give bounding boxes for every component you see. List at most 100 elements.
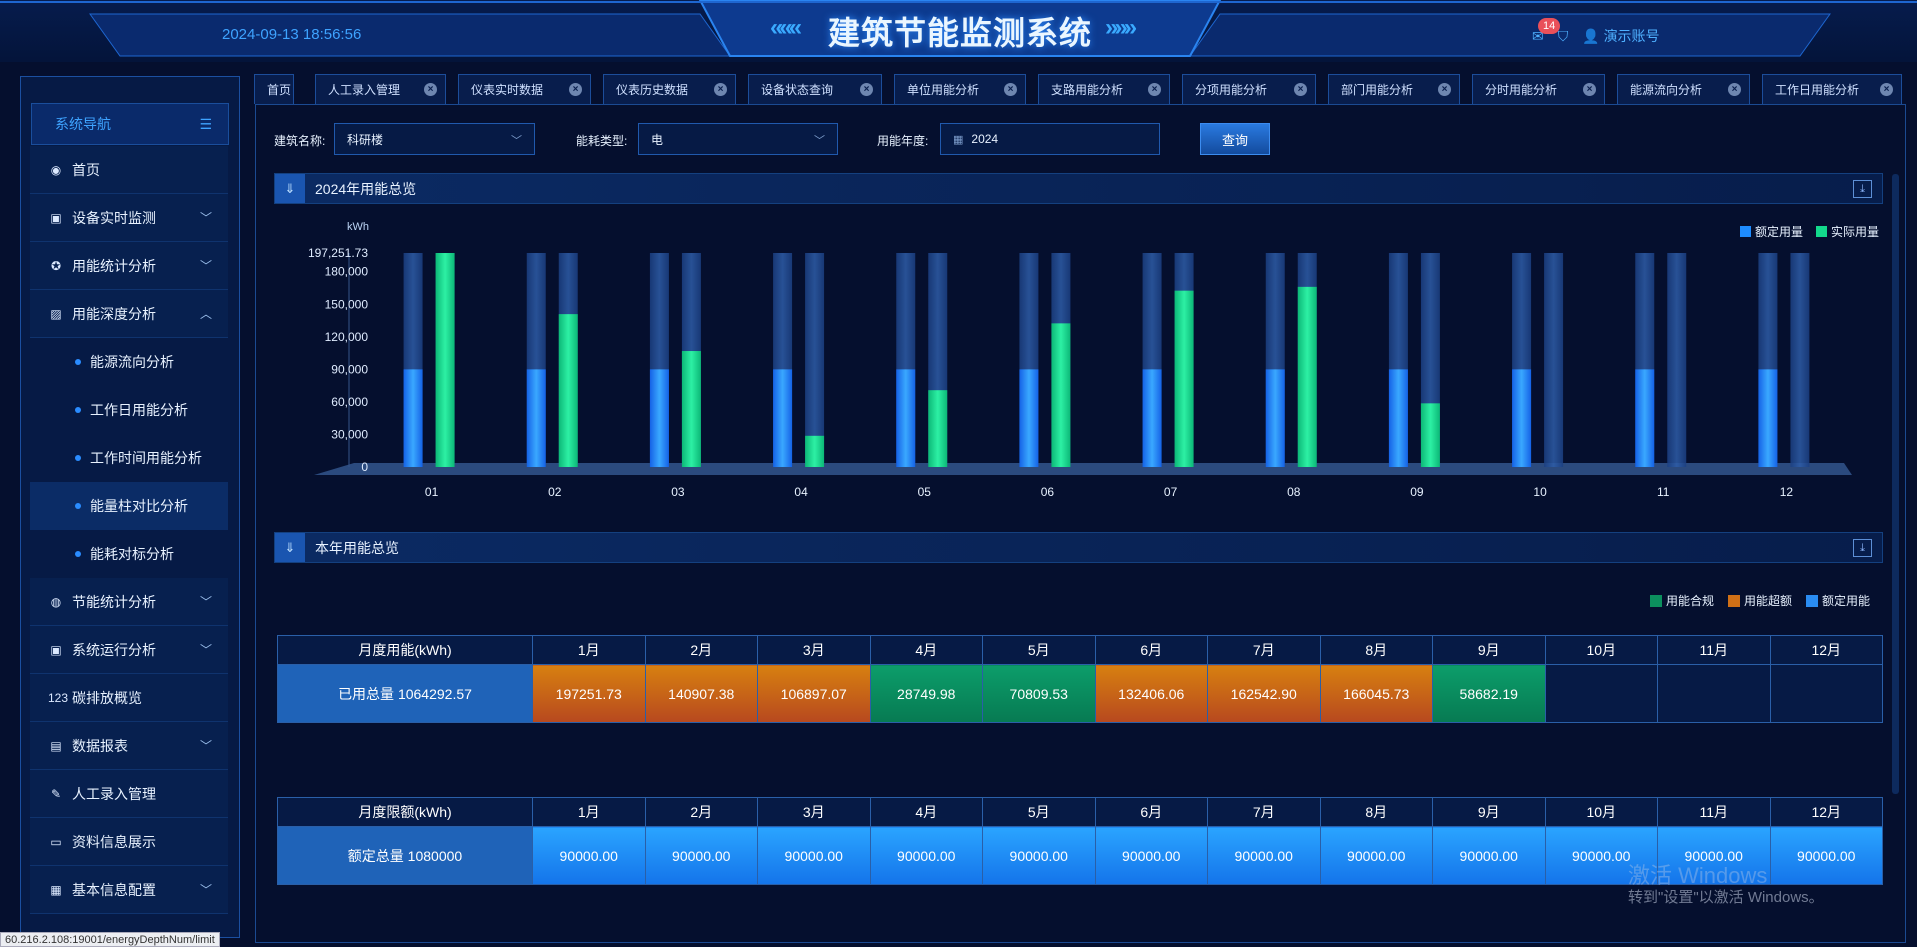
month-value-cell: 132406.06: [1094, 664, 1208, 723]
y-tick-label: 90,000: [331, 362, 368, 376]
edit-icon: ✎: [50, 786, 62, 801]
download-icon[interactable]: ⤓: [1853, 539, 1872, 557]
numbers-icon: 123: [48, 690, 69, 705]
bullet-dot-icon: [75, 551, 81, 557]
sidebar-item-image[interactable]: ▨ 用能深度分析 ︿: [30, 290, 228, 338]
close-icon[interactable]: ×: [424, 83, 437, 96]
close-icon[interactable]: ×: [1728, 83, 1741, 96]
month-value-cell: 90000.00: [1094, 826, 1208, 885]
bar-actual-09: [1420, 403, 1440, 467]
sidebar-item-edit[interactable]: ✎ 人工录入管理: [30, 770, 228, 818]
legend-label[interactable]: 实际用量: [1831, 224, 1879, 239]
month-header: 4月: [869, 635, 983, 665]
close-icon[interactable]: ×: [1294, 83, 1307, 96]
tab-home[interactable]: 首页: [254, 74, 294, 104]
chevron-down-icon: ﹀: [199, 259, 212, 273]
sidebar-item-monitor[interactable]: ▣ 设备实时监测 ﹀: [30, 194, 228, 242]
submenu-item[interactable]: 能源流向分析: [30, 338, 228, 386]
tab-item[interactable]: 部门用能分析 ×: [1328, 74, 1460, 104]
tab-label: 仪表历史数据: [616, 83, 689, 97]
bar-rated-02: [526, 369, 546, 467]
row-total-label: 额定总量 1080000: [277, 826, 533, 885]
tab-item[interactable]: 单位用能分析 ×: [894, 74, 1026, 104]
tab-item[interactable]: 分时用能分析 ×: [1472, 74, 1605, 104]
shirt-icon[interactable]: ⛉: [1558, 28, 1569, 45]
tab-label: 人工录入管理: [328, 83, 401, 97]
tab-item[interactable]: 分项用能分析 ×: [1182, 74, 1316, 104]
bar-rated-06: [1019, 369, 1039, 467]
submenu-item[interactable]: 工作日用能分析: [30, 386, 228, 434]
sidebar-item-label: 节能统计分析: [72, 593, 156, 610]
legend-label[interactable]: 额定用量: [1755, 224, 1803, 239]
close-icon[interactable]: ×: [569, 83, 582, 96]
sidebar-item-label: 用能统计分析: [72, 257, 156, 274]
config-icon: ▦: [50, 882, 62, 897]
tab-item[interactable]: 设备状态查询 ×: [748, 74, 882, 104]
submenu-item[interactable]: 能耗对标分析: [30, 530, 228, 578]
x-tick-label: 11: [1657, 485, 1670, 499]
x-tick-label: 08: [1287, 485, 1301, 499]
month-header: 12月: [1769, 797, 1883, 827]
chevron-down-icon: ﹀: [199, 643, 212, 657]
building-select[interactable]: 科研楼 ﹀: [334, 123, 535, 155]
submenu-item[interactable]: 工作时间用能分析: [30, 434, 228, 482]
windows-activation-hint: 转到"设置"以激活 Windows。: [1628, 889, 1824, 906]
submenu-item[interactable]: 能量柱对比分析: [30, 482, 228, 530]
month-value-cell: [1544, 664, 1658, 723]
month-value-cell: 28749.98: [869, 664, 983, 723]
close-icon[interactable]: ×: [1583, 83, 1596, 96]
query-button[interactable]: 查询: [1200, 123, 1270, 155]
month-header: 5月: [982, 797, 1096, 827]
tab-item[interactable]: 仪表实时数据 ×: [458, 74, 591, 104]
tab-label: 支路用能分析: [1051, 83, 1124, 97]
close-icon[interactable]: ×: [860, 83, 873, 96]
month-value-cell: 140907.38: [644, 664, 758, 723]
app-title: 建筑节能监测系统: [827, 15, 1092, 51]
bar-rated-04: [773, 369, 793, 467]
sidebar-item-dashboard[interactable]: ◉ 首页: [30, 146, 228, 194]
chevron-down-icon: ﹀: [199, 211, 212, 225]
month-value-cell: 162542.90: [1207, 664, 1321, 723]
tab-label: 部门用能分析: [1341, 83, 1414, 97]
close-icon[interactable]: ×: [714, 83, 727, 96]
collapse-menu-icon[interactable]: ☰: [199, 116, 212, 133]
legend-swatch: [1816, 226, 1827, 237]
sidebar-item-numbers[interactable]: 123 碳排放概览: [30, 674, 228, 722]
tab-item[interactable]: 人工录入管理 ×: [315, 74, 446, 104]
sidebar-item-target[interactable]: ✪ 用能统计分析 ﹀: [30, 242, 228, 290]
account-menu[interactable]: 👤 演示账号: [1582, 26, 1659, 46]
sidebar-item-config[interactable]: ▦ 基本信息配置 ﹀: [30, 866, 228, 914]
tab-item[interactable]: 能源流向分析 ×: [1617, 74, 1750, 104]
sidebar-item-label: 用能深度分析: [72, 305, 156, 322]
legend-swatch: [1740, 226, 1751, 237]
close-icon[interactable]: ×: [1148, 83, 1161, 96]
sidebar-title: 系统导航: [55, 116, 111, 132]
close-icon[interactable]: ×: [1880, 83, 1893, 96]
sidebar-item-monitor-chart[interactable]: ▣ 系统运行分析 ﹀: [30, 626, 228, 674]
sidebar-item-globe[interactable]: ◍ 节能统计分析 ﹀: [30, 578, 228, 626]
legend-swatch: [1728, 595, 1741, 607]
table-header-title: 月度用能(kWh): [277, 635, 533, 665]
energy-type-select[interactable]: 电 ﹀: [638, 123, 838, 155]
vertical-scrollbar[interactable]: [1892, 174, 1899, 794]
tab-item[interactable]: 支路用能分析 ×: [1038, 74, 1170, 104]
month-header: 7月: [1207, 635, 1321, 665]
building-value: 科研楼: [347, 132, 384, 147]
month-value-cell: 106897.07: [757, 664, 871, 723]
close-icon[interactable]: ×: [1438, 83, 1451, 96]
table-header-row: 月度用能(kWh) 1月 2月 3月 4月 5月 6月 7月 8月 9月 10月 11月 12月: [277, 635, 1883, 665]
submenu-item-label: 能耗对标分析: [90, 546, 174, 562]
close-icon[interactable]: ×: [1004, 83, 1017, 96]
month-value-cell: 90000.00: [982, 826, 1096, 885]
tab-item[interactable]: 工作日用能分析 ×: [1762, 74, 1902, 104]
sidebar-item-card[interactable]: ▭ 资料信息展示: [30, 818, 228, 866]
sidebar-item-label: 碳排放概览: [72, 689, 142, 706]
month-header: 2月: [644, 635, 758, 665]
sidebar-item-report[interactable]: ▤ 数据报表 ﹀: [30, 722, 228, 770]
year-picker[interactable]: ▦ 2024: [940, 123, 1160, 155]
card-icon: ▭: [50, 834, 62, 849]
tab-item[interactable]: 仪表历史数据 ×: [603, 74, 736, 104]
download-icon[interactable]: ⤓: [1853, 180, 1872, 198]
sidebar-header: 系统导航 ☰: [31, 103, 229, 145]
bar-actual-08: [1297, 286, 1317, 467]
